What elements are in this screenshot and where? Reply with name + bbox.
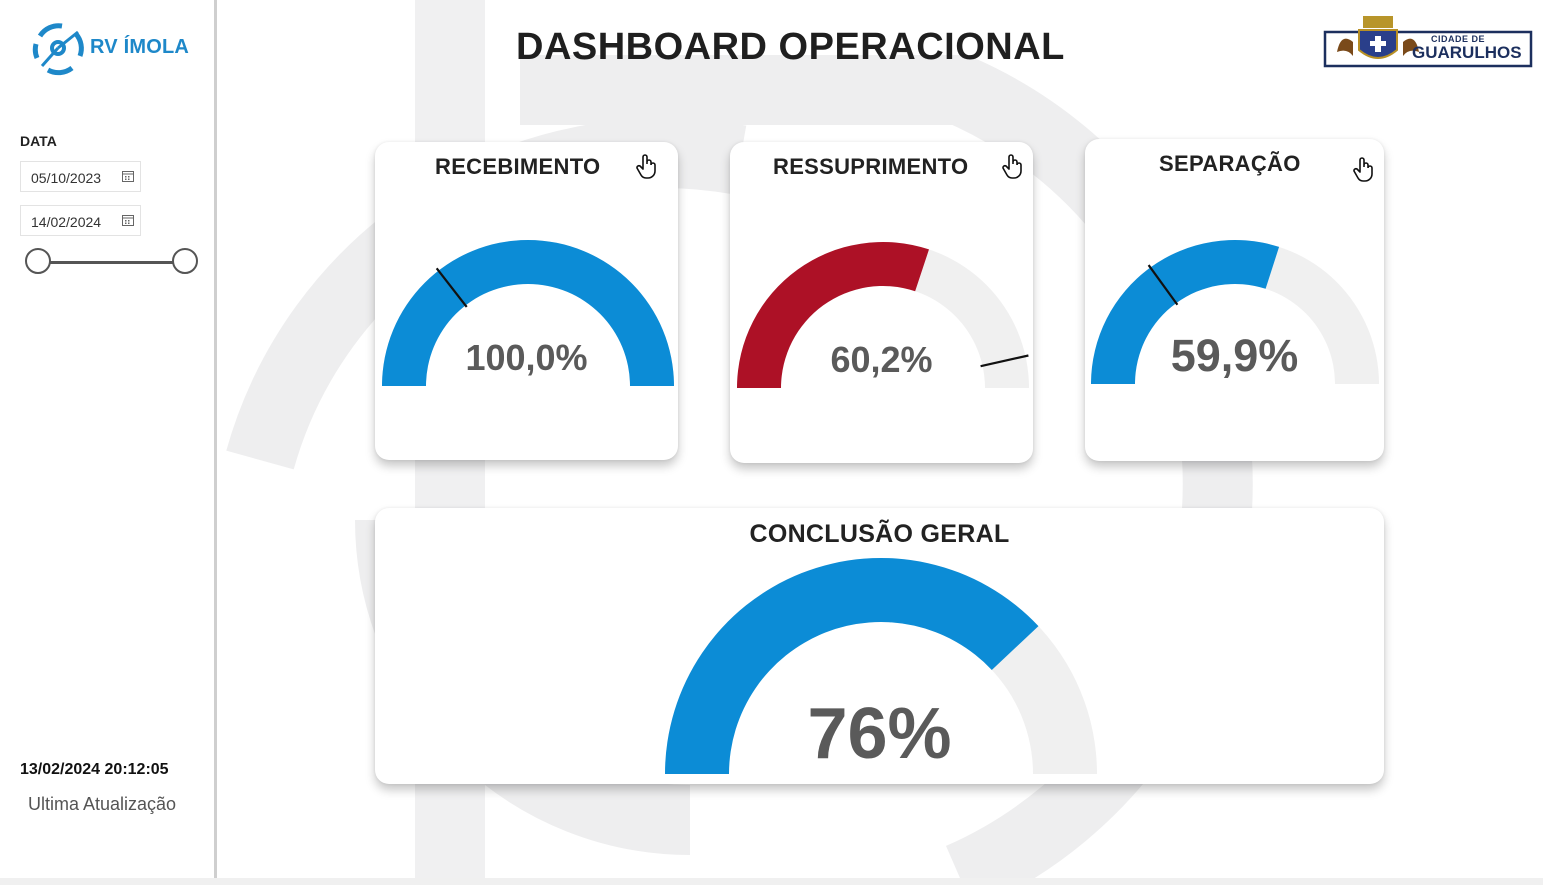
- last-update-label: Ultima Atualização: [28, 794, 177, 814]
- gauge-value-label: 60,2%: [830, 339, 933, 380]
- card-conclusao-geral: CONCLUSÃO GERAL 76%: [375, 508, 1384, 784]
- card-title: RESSUPRIMENTO: [773, 154, 969, 179]
- card-title: CONCLUSÃO GERAL: [749, 520, 1010, 548]
- gauge-value-label: 76%: [807, 694, 952, 774]
- card-recebimento[interactable]: RECEBIMENTO 100,0%: [375, 142, 678, 460]
- gauge-value-label: 100,0%: [465, 337, 588, 378]
- page-title: DASHBOARD OPERACIONAL: [516, 26, 1065, 68]
- card-title: RECEBIMENTO: [435, 154, 601, 179]
- calendar-icon[interactable]: [122, 214, 134, 226]
- end-date-input[interactable]: 14/02/2024: [20, 205, 141, 236]
- sidebar: RV ÍMOLA DATA 05/10/2023 14/02/2024 13/0…: [0, 0, 214, 878]
- bottom-scroll-strip: [0, 878, 1543, 885]
- start-date-value: 05/10/2023: [31, 170, 102, 186]
- date-range-slider-start-handle[interactable]: [25, 248, 51, 274]
- sidebar-divider: [214, 0, 217, 878]
- date-filter-label: DATA: [20, 133, 57, 149]
- city-logo-text-line2: GUARULHOS: [1412, 43, 1522, 62]
- brand-logo-text: RV ÍMOLA: [90, 36, 190, 58]
- hand-pointer-icon[interactable]: [1352, 156, 1376, 182]
- card-title: SEPARAÇÃO: [1159, 151, 1301, 176]
- date-range-slider-end-handle[interactable]: [172, 248, 198, 274]
- end-date-value: 14/02/2024: [31, 214, 102, 230]
- card-ressuprimento[interactable]: RESSUPRIMENTO 60,2%: [730, 142, 1033, 463]
- last-update-timestamp: 13/02/2024 20:12:05: [20, 761, 169, 778]
- rv-imola-logo: RV ÍMOLA: [32, 22, 202, 76]
- hand-pointer-icon[interactable]: [1001, 153, 1025, 179]
- card-separacao[interactable]: SEPARAÇÃO 59,9%: [1085, 139, 1384, 461]
- start-date-input[interactable]: 05/10/2023: [20, 161, 141, 192]
- rv-imola-logo-icon: [32, 23, 84, 76]
- date-range-slider-track[interactable]: [38, 261, 186, 264]
- hand-pointer-icon[interactable]: [635, 153, 659, 179]
- guarulhos-city-logo: CIDADE DE GUARULHOS: [1323, 12, 1533, 68]
- calendar-icon[interactable]: [122, 170, 134, 182]
- gauge-value-label: 59,9%: [1170, 330, 1299, 381]
